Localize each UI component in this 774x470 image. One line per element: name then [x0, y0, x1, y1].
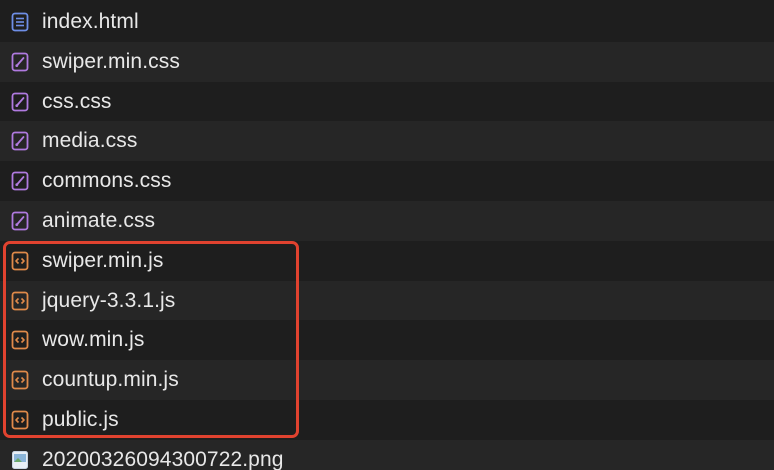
- file-row[interactable]: 20200326094300722.png: [0, 439, 774, 470]
- file-name: media.css: [42, 129, 138, 153]
- html-file-icon: [10, 12, 30, 32]
- css-file-icon: [10, 211, 30, 231]
- css-file-icon: [10, 92, 30, 112]
- file-name: index.html: [42, 10, 139, 33]
- file-name: 20200326094300722.png: [42, 447, 284, 470]
- file-name: swiper.min.js: [42, 248, 164, 272]
- file-name: wow.min.js: [42, 328, 145, 352]
- file-row[interactable]: jquery-3.3.1.js: [0, 280, 774, 321]
- file-row[interactable]: animate.css: [0, 201, 774, 241]
- file-name: animate.css: [42, 209, 156, 232]
- file-row[interactable]: countup.min.js: [0, 360, 774, 401]
- file-row[interactable]: swiper.min.js: [0, 240, 774, 281]
- js-file-icon: [10, 251, 30, 271]
- js-file-icon: [10, 410, 30, 430]
- css-file-icon: [10, 131, 30, 151]
- file-name: commons.css: [42, 169, 172, 193]
- image-file-icon: [10, 450, 30, 470]
- file-row[interactable]: index.html: [0, 2, 774, 42]
- file-row[interactable]: css.css: [0, 81, 774, 122]
- file-row[interactable]: swiper.min.css: [0, 41, 774, 82]
- file-name: css.css: [42, 89, 112, 113]
- file-row[interactable]: public.js: [0, 400, 774, 440]
- file-name: jquery-3.3.1.js: [42, 288, 176, 312]
- js-file-icon: [10, 370, 30, 390]
- css-file-icon: [10, 52, 30, 72]
- js-file-icon: [10, 291, 30, 311]
- js-file-icon: [10, 330, 30, 350]
- file-name: countup.min.js: [42, 368, 179, 392]
- file-row[interactable]: wow.min.js: [0, 320, 774, 361]
- file-list: index.html swiper.min.css css.css media.css…: [0, 0, 774, 470]
- css-file-icon: [10, 171, 30, 191]
- file-name: public.js: [42, 408, 119, 431]
- file-name: swiper.min.css: [42, 49, 180, 73]
- file-row[interactable]: media.css: [0, 121, 774, 162]
- file-row[interactable]: commons.css: [0, 161, 774, 202]
